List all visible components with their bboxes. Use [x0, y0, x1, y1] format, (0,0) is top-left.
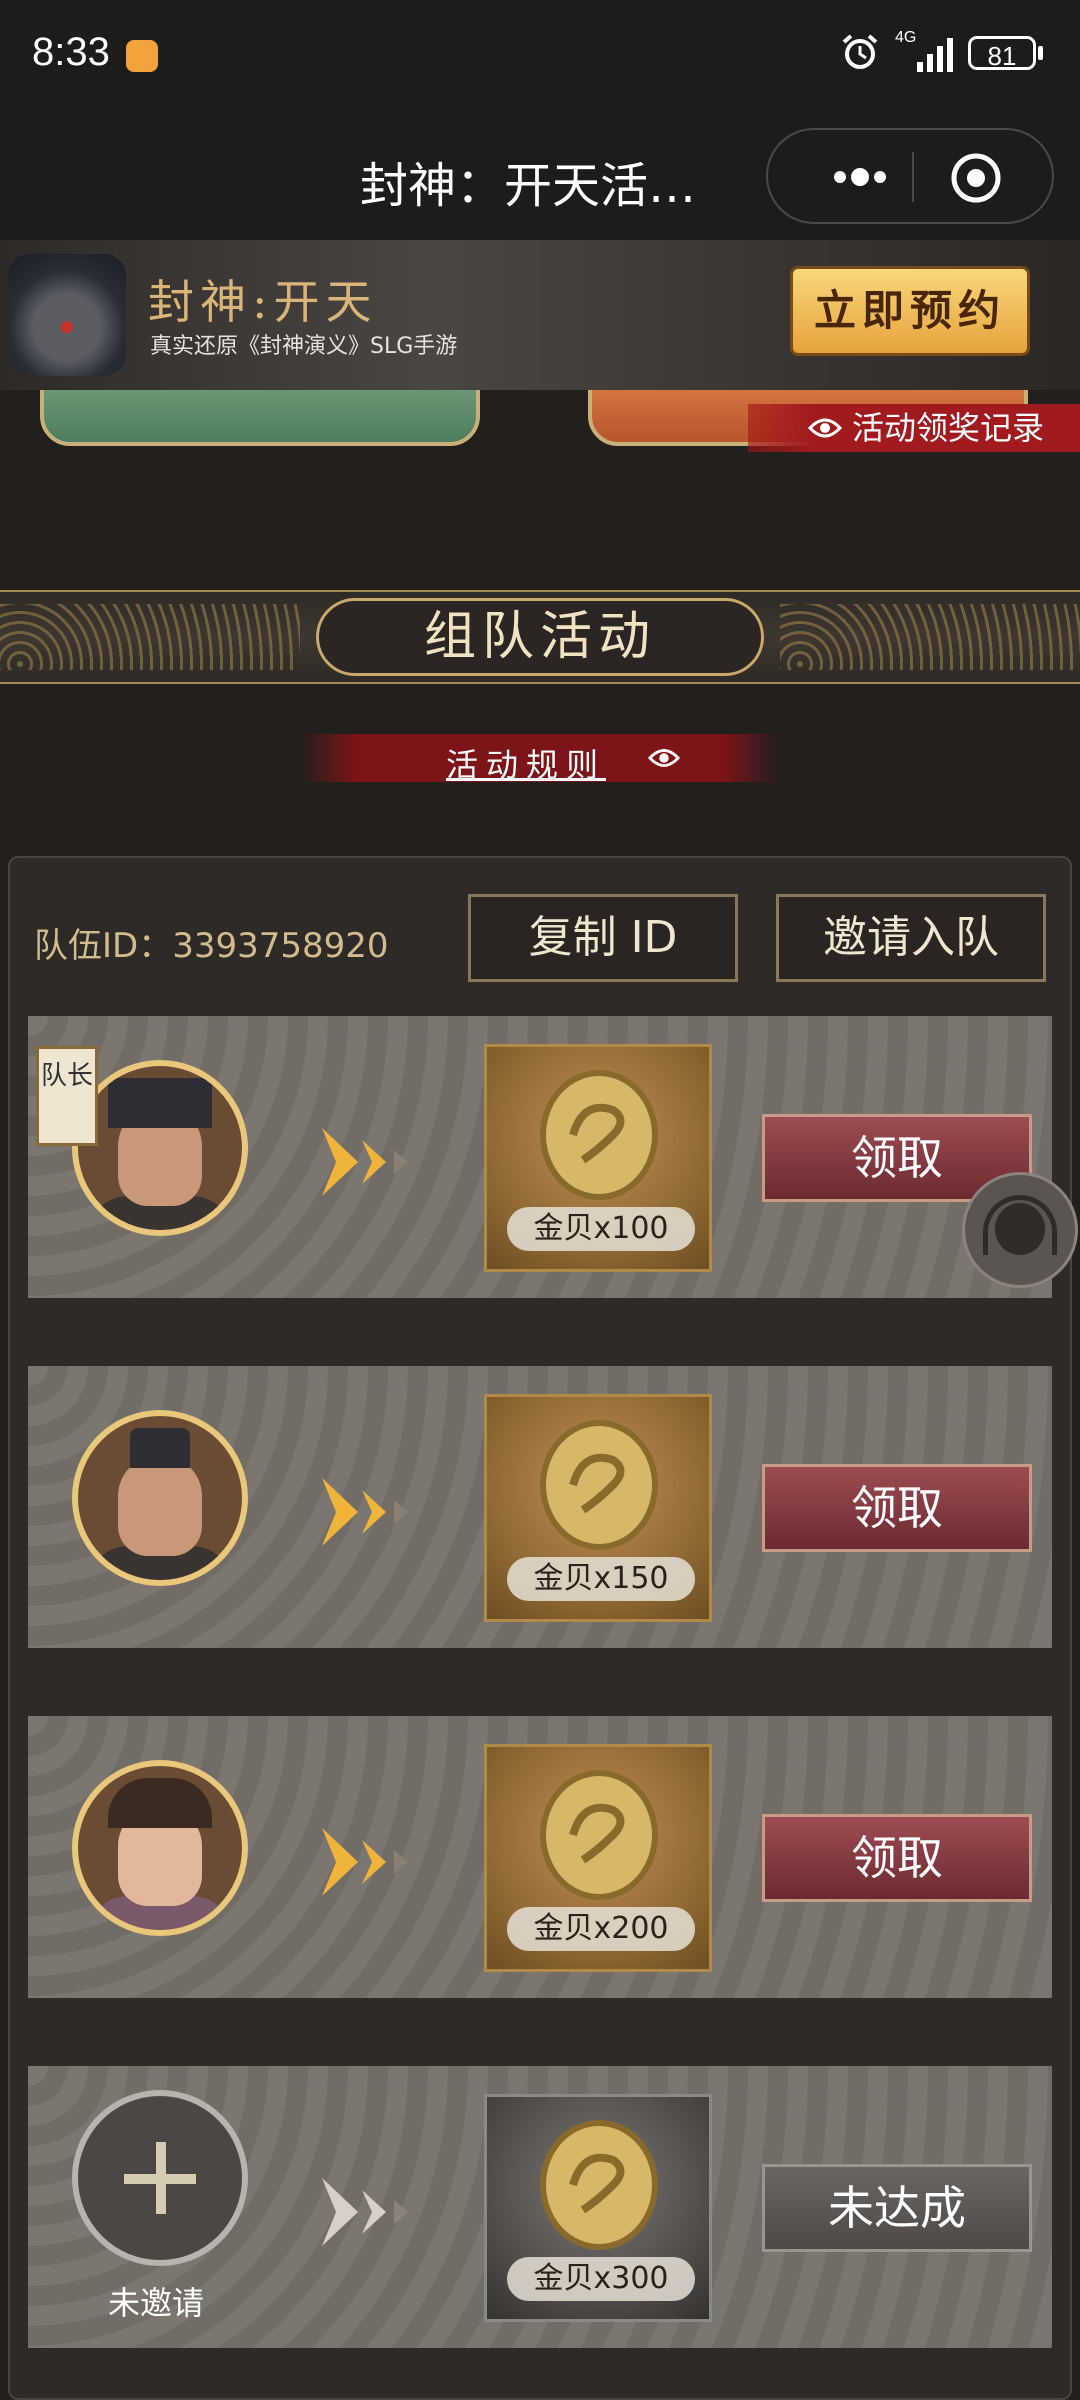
reward-quantity: 金贝x200: [507, 1907, 695, 1951]
reward-quantity: 金贝x150: [507, 1557, 695, 1601]
game-name: 封神:开天: [148, 275, 378, 329]
wave-decoration-right: [780, 604, 1080, 670]
battery-icon: 81: [968, 36, 1036, 71]
reserve-button[interactable]: 立即预约: [790, 266, 1030, 356]
chevron-right-icon: [322, 2178, 408, 2246]
reward-box: 金贝x300: [484, 2094, 712, 2322]
rules-link[interactable]: 活动规则: [300, 734, 780, 784]
mini-program-capsule: [766, 128, 1054, 224]
customer-service-icon[interactable]: [962, 1172, 1078, 1288]
wave-decoration-left: [0, 604, 300, 670]
reward-quantity: 金贝x100: [507, 1207, 695, 1251]
rules-link-label: 活动规则: [446, 746, 607, 784]
reward-box: 金贝x100: [484, 1044, 712, 1272]
game-ad-banner[interactable]: 封神:开天 真实还原《封神演义》SLG手游 立即预约: [0, 240, 1080, 390]
reward-box: 金贝x150: [484, 1394, 712, 1622]
captain-badge: 队长: [36, 1046, 98, 1146]
status-bar: 8:33 4G 81: [0, 0, 1080, 116]
page-title: 封神：开天活…: [360, 158, 697, 214]
reward-box: 金贝x200: [484, 1744, 712, 1972]
award-record-link[interactable]: 活动领奖记录: [748, 404, 1080, 452]
not-invited-label: 未邀请: [108, 2284, 205, 2322]
invite-button[interactable]: 邀请入队: [776, 894, 1046, 982]
notification-icon: [126, 40, 158, 72]
eye-icon: [808, 418, 842, 438]
capsule-divider: [912, 152, 914, 202]
chevron-right-icon: [322, 1128, 408, 1196]
section-title: 组队活动: [316, 598, 764, 676]
eye-icon: [648, 749, 680, 767]
game-subtitle: 真实还原《封神演义》SLG手游: [150, 334, 458, 359]
avatar: [72, 1410, 248, 1586]
team-member-row: 金贝x200 领取: [28, 1716, 1052, 1998]
team-member-row: 队长 金贝x100 领取: [28, 1016, 1052, 1298]
game-icon: [8, 254, 126, 376]
claim-button[interactable]: 领取: [762, 1464, 1032, 1552]
team-id: 队伍ID：3393758920: [34, 926, 389, 966]
avatar: [72, 1760, 248, 1936]
chevron-right-icon: [322, 1478, 408, 1546]
more-icon[interactable]: [810, 152, 910, 202]
title-bar: 封神：开天活…: [0, 116, 1080, 240]
section-header: 组队活动: [0, 590, 1080, 684]
team-member-row: 未邀请 金贝x300 未达成: [28, 2066, 1052, 2348]
team-member-row: 金贝x150 领取: [28, 1366, 1052, 1648]
coin-icon: [540, 1070, 658, 1200]
top-left-partial-button[interactable]: [20, 390, 510, 450]
coin-icon: [540, 2120, 658, 2250]
reward-quantity: 金贝x300: [507, 2257, 695, 2301]
coin-icon: [540, 1770, 658, 1900]
plus-icon[interactable]: [72, 2090, 248, 2266]
copy-id-button[interactable]: 复制 ID: [468, 894, 738, 982]
avatar: [72, 1060, 248, 1236]
signal-icon: [917, 38, 953, 72]
record-link-label: 活动领奖记录: [852, 409, 1045, 447]
battery-cap: [1038, 46, 1043, 60]
not-achieved-button[interactable]: 未达成: [762, 2164, 1032, 2252]
target-icon[interactable]: [948, 150, 1004, 206]
status-time: 8:33: [32, 30, 110, 74]
coin-icon: [540, 1420, 658, 1550]
network-type: 4G: [895, 29, 917, 46]
chevron-right-icon: [322, 1828, 408, 1896]
alarm-icon: [842, 34, 878, 69]
claim-button[interactable]: 领取: [762, 1814, 1032, 1902]
